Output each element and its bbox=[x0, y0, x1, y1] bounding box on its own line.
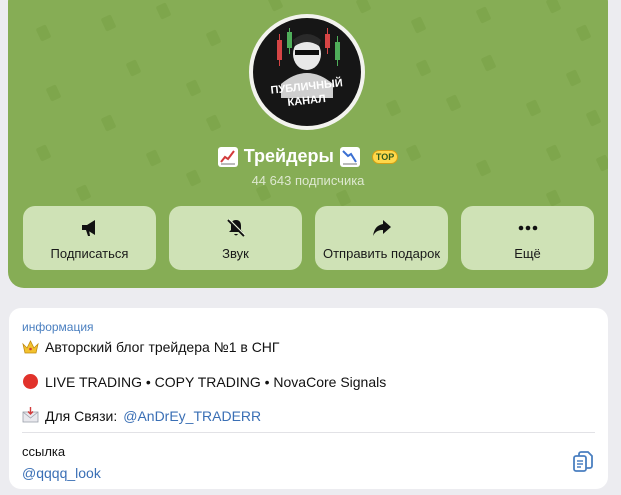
info-description: Авторский блог трейдера №1 в СНГ bbox=[45, 339, 280, 355]
info-description-line: Авторский блог трейдера №1 в СНГ bbox=[22, 339, 280, 355]
sound-button[interactable]: Звук bbox=[169, 206, 302, 270]
more-dots-icon bbox=[518, 225, 537, 231]
pattern-mark bbox=[100, 14, 117, 32]
pattern-mark bbox=[267, 0, 284, 12]
pattern-mark bbox=[35, 24, 52, 42]
link-section-title: ссылка bbox=[22, 444, 66, 459]
envelope-icon bbox=[22, 407, 39, 423]
pattern-mark bbox=[335, 189, 352, 207]
send-gift-button[interactable]: Отправить подарок bbox=[315, 206, 448, 270]
pattern-mark bbox=[545, 189, 562, 207]
crown-icon bbox=[22, 339, 39, 353]
pattern-mark bbox=[185, 79, 202, 97]
channel-title: Трейдеры TOP bbox=[8, 146, 608, 167]
pattern-mark bbox=[415, 59, 432, 77]
subscribe-button[interactable]: Подписаться bbox=[23, 206, 156, 270]
copy-icon bbox=[573, 451, 593, 472]
pattern-mark bbox=[355, 0, 372, 14]
pattern-mark bbox=[545, 0, 562, 14]
channel-info-card: информация Авторский блог трейдера №1 в … bbox=[9, 308, 608, 489]
megaphone-icon bbox=[81, 220, 95, 236]
pattern-mark bbox=[475, 6, 492, 24]
pattern-mark bbox=[155, 2, 172, 20]
more-button[interactable]: Ещё bbox=[461, 206, 594, 270]
channel-avatar[interactable]: ПУБЛИЧНЫЙ КАНАЛ bbox=[249, 14, 365, 130]
pattern-mark bbox=[385, 99, 402, 117]
pattern-mark bbox=[585, 109, 602, 127]
channel-username-link[interactable]: @qqqq_look bbox=[22, 465, 101, 481]
pattern-mark bbox=[445, 94, 462, 112]
channel-profile-page: ПУБЛИЧНЫЙ КАНАЛ Трейдеры TOP 44 643 подп… bbox=[0, 0, 621, 495]
red-circle-icon bbox=[23, 374, 38, 389]
subscribe-label: Подписаться bbox=[50, 246, 129, 261]
pattern-mark bbox=[205, 29, 222, 47]
pattern-mark bbox=[205, 114, 222, 132]
pattern-mark bbox=[45, 84, 62, 102]
copy-link-button[interactable] bbox=[571, 450, 595, 474]
send-gift-label: Отправить подарок bbox=[322, 246, 441, 261]
info-section-title: информация bbox=[22, 320, 94, 334]
chart-up-icon bbox=[217, 146, 238, 167]
subscriber-count: 44 643 подписчика bbox=[251, 173, 365, 188]
chart-down-icon bbox=[339, 146, 360, 167]
contact-mention-link[interactable]: @AnDrEy_TRADERR bbox=[123, 408, 261, 424]
pattern-mark bbox=[575, 24, 592, 42]
info-contact-prefix: Для Связи: bbox=[45, 407, 118, 424]
sound-label: Звук bbox=[222, 246, 249, 261]
pattern-mark bbox=[525, 99, 542, 117]
pattern-mark bbox=[565, 69, 582, 87]
more-label: Ещё bbox=[514, 246, 541, 261]
info-trading: LIVE TRADING • COPY TRADING • NovaCore S… bbox=[45, 373, 387, 390]
pattern-mark bbox=[125, 59, 142, 77]
section-divider bbox=[22, 432, 595, 433]
info-contact-line: Для Связи: @AnDrEy_TRADERR bbox=[22, 407, 261, 424]
pattern-mark bbox=[480, 54, 497, 72]
top-badge: TOP bbox=[371, 149, 399, 164]
channel-header: ПУБЛИЧНЫЙ КАНАЛ Трейдеры TOP 44 643 подп… bbox=[8, 0, 608, 288]
info-trading-line: LIVE TRADING • COPY TRADING • NovaCore S… bbox=[22, 373, 386, 390]
channel-name: Трейдеры bbox=[243, 146, 334, 166]
pattern-mark bbox=[410, 16, 427, 34]
bell-muted-icon bbox=[226, 218, 245, 237]
share-arrow-icon bbox=[372, 220, 391, 236]
pattern-mark bbox=[100, 114, 117, 132]
action-bar: Подписаться Звук Отправить подарок Ещё bbox=[23, 206, 595, 270]
